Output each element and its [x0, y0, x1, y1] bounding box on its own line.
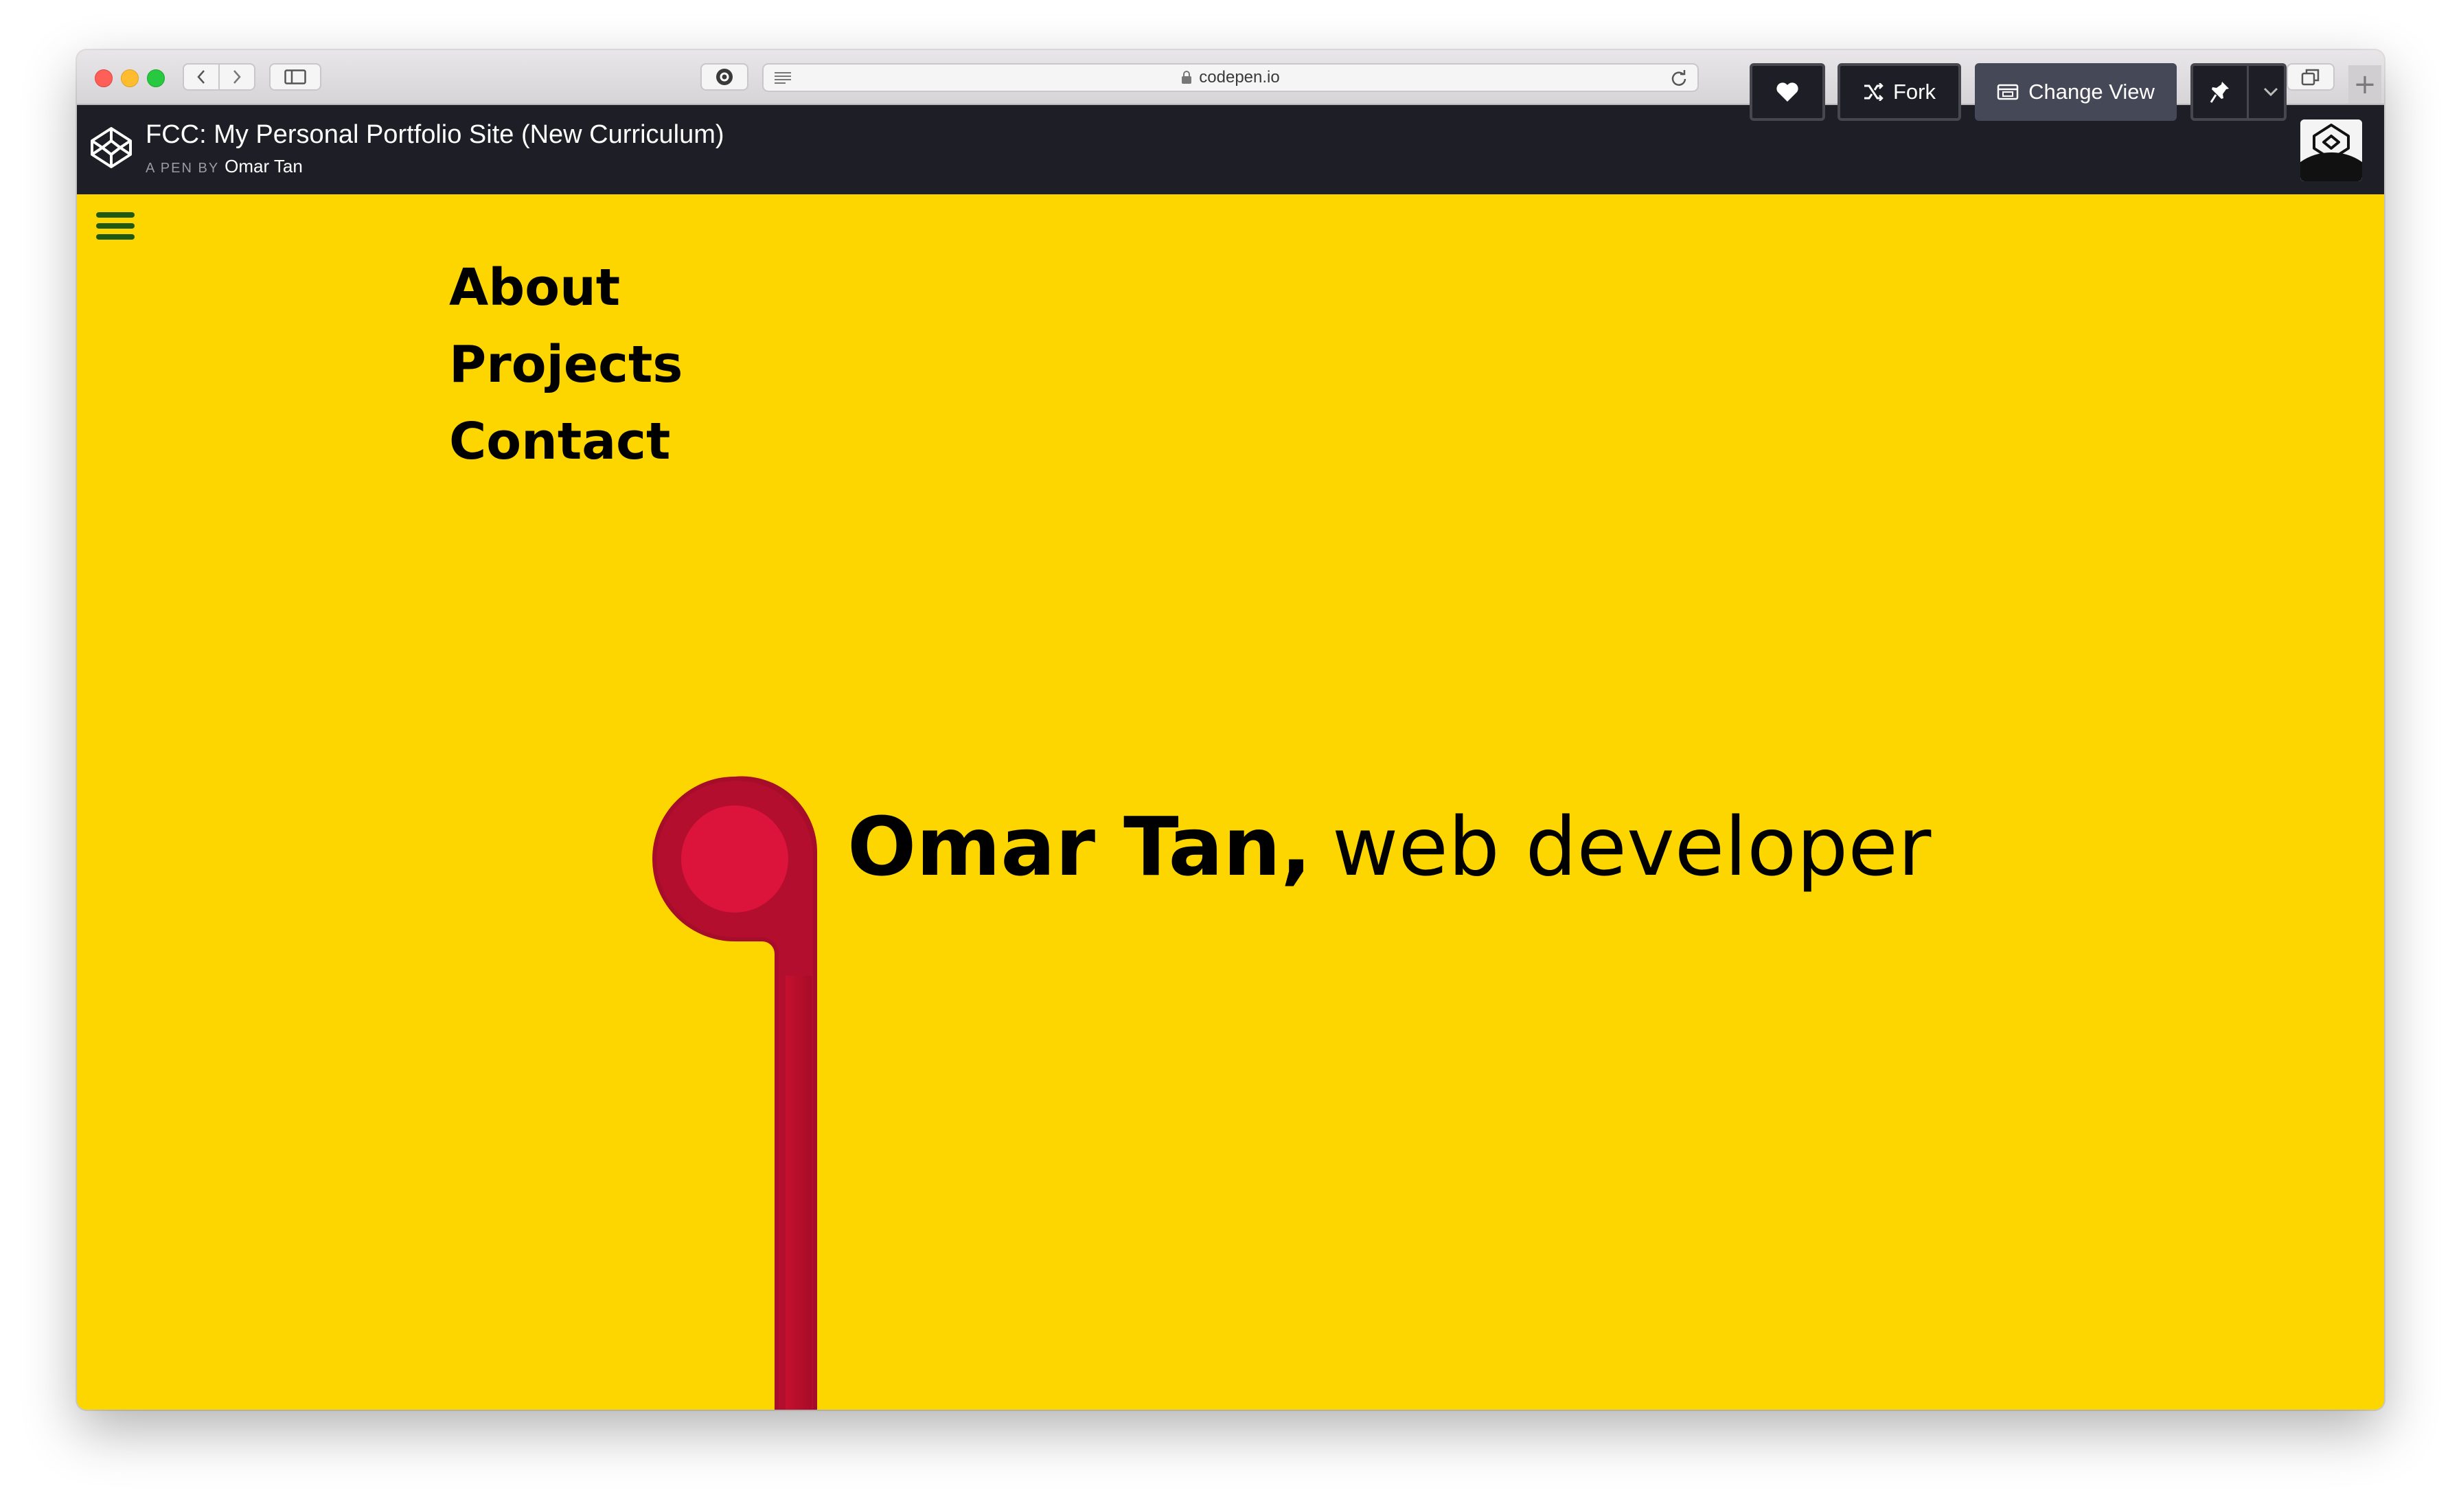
nav-link-projects[interactable]: Projects: [449, 326, 683, 403]
user-avatar[interactable]: [2300, 119, 2362, 181]
close-window-button[interactable]: [95, 69, 113, 87]
byline-label: A PEN BY: [146, 161, 220, 176]
chevron-down-icon: [2264, 87, 2278, 97]
hero-role: web developer: [1331, 799, 1932, 894]
nav-link-about[interactable]: About: [449, 249, 683, 326]
author-link[interactable]: Omar Tan: [225, 156, 303, 177]
sidebar-icon: [284, 69, 306, 84]
address-bar[interactable]: codepen.io: [762, 63, 1699, 92]
nav-menu: About Projects Contact: [449, 249, 683, 480]
fork-button[interactable]: Fork: [1838, 63, 1961, 121]
pin-dropdown-button[interactable]: [2258, 66, 2284, 118]
back-button[interactable]: [184, 65, 218, 89]
pin-button-group: [2190, 63, 2287, 121]
tab-overview-button[interactable]: [2287, 63, 2335, 91]
change-view-label: Change View: [2028, 80, 2155, 104]
pen-title: FCC: My Personal Portfolio Site (New Cur…: [146, 120, 724, 149]
tab-overview-icon: [2301, 69, 2320, 86]
portfolio-page: About Projects Contact Omar Tan, web deve…: [77, 194, 2384, 1410]
forward-button[interactable]: [218, 65, 254, 89]
pin-graphic: [652, 776, 818, 1410]
hero-headline: Omar Tan, web developer: [847, 792, 1931, 902]
codepen-logo-icon[interactable]: [89, 126, 133, 170]
url-text: codepen.io: [1199, 68, 1280, 87]
pen-byline: A PEN BY Omar Tan: [146, 156, 303, 177]
extension-icon: [716, 69, 733, 85]
fork-icon: [1864, 83, 1884, 101]
pin-button[interactable]: [2193, 66, 2249, 118]
history-nav: [183, 63, 255, 91]
new-tab-button[interactable]: +: [2348, 65, 2381, 104]
hero-name: Omar Tan,: [847, 799, 1312, 894]
zoom-window-button[interactable]: [147, 69, 165, 87]
reload-icon[interactable]: [1670, 69, 1688, 87]
avatar-image: [2300, 119, 2362, 181]
fork-label: Fork: [1893, 80, 1936, 104]
pin-icon: [2210, 82, 2229, 103]
nav-link-contact[interactable]: Contact: [449, 403, 683, 480]
like-button[interactable]: [1750, 63, 1825, 121]
chevron-left-icon: [197, 70, 205, 84]
chevron-right-icon: [233, 70, 241, 84]
url-display: codepen.io: [764, 65, 1697, 91]
extension-button[interactable]: [700, 63, 748, 91]
heart-icon: [1776, 82, 1798, 102]
layout-icon: [1997, 84, 2019, 100]
hamburger-menu-icon[interactable]: [96, 209, 135, 242]
sidebar-toggle-button[interactable]: [269, 63, 321, 91]
browser-window: codepen.io + FCC: My Personal Portfolio …: [77, 50, 2384, 1410]
minimize-window-button[interactable]: [121, 69, 139, 87]
change-view-button[interactable]: Change View: [1975, 63, 2177, 121]
lock-icon: [1182, 71, 1192, 84]
